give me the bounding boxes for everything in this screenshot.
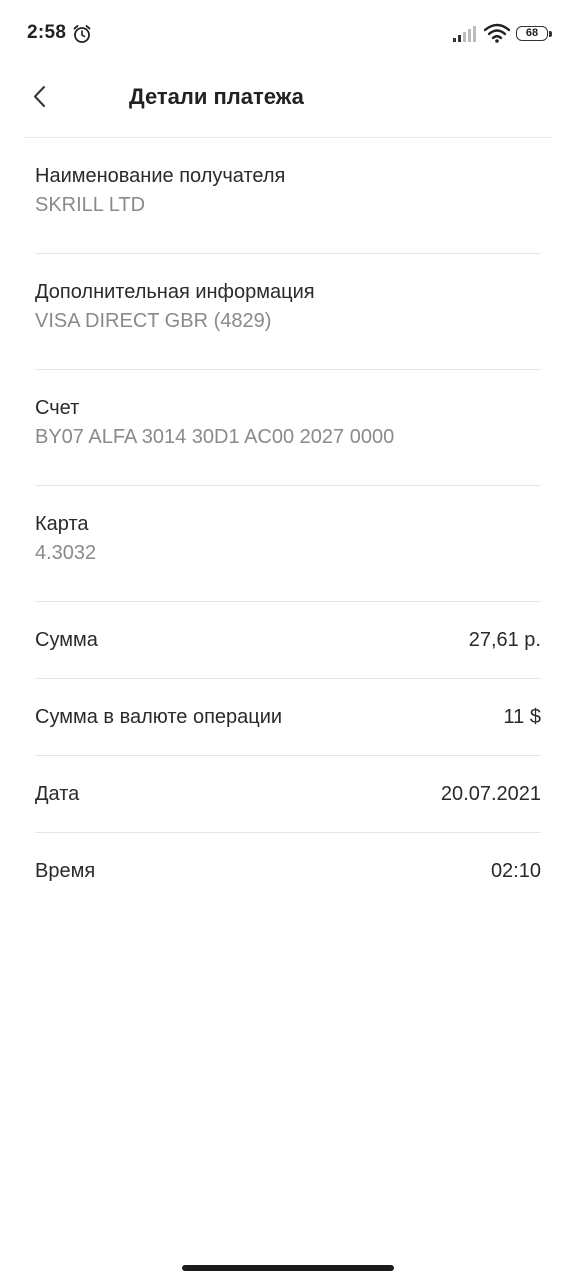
- detail-account: Счет BY07 ALFA 3014 30D1 AC00 2027 0000: [35, 370, 541, 486]
- home-indicator[interactable]: [182, 1265, 394, 1271]
- detail-label: Дополнительная информация: [35, 281, 315, 303]
- row-label: Дата: [35, 783, 80, 805]
- detail-value: VISA DIRECT GBR (4829): [35, 310, 272, 332]
- app-header: Детали платежа: [0, 68, 576, 138]
- detail-label: Карта: [35, 513, 89, 535]
- alarm-icon: [73, 25, 91, 43]
- status-bar: 2:58 68: [0, 0, 576, 68]
- row-value: 27,61 р.: [468, 629, 541, 651]
- status-time: 2:58: [27, 22, 67, 43]
- chevron-left-icon: [34, 86, 45, 107]
- detail-value: BY07 ALFA 3014 30D1 AC00 2027 0000: [35, 426, 395, 448]
- detail-recipient: Наименование получателя SKRILL LTD: [35, 138, 541, 254]
- detail-value: 4.3032: [35, 542, 97, 564]
- row-amount-currency: Сумма в валюте операции 11 $: [35, 679, 541, 756]
- row-label: Время: [35, 860, 96, 882]
- detail-additional-info: Дополнительная информация VISA DIRECT GB…: [35, 254, 541, 370]
- battery-icon: 68: [516, 26, 552, 42]
- signal-icon: [453, 26, 476, 42]
- back-button[interactable]: [26, 80, 56, 114]
- detail-value: SKRILL LTD: [35, 194, 146, 216]
- row-value: 02:10: [490, 860, 541, 882]
- row-amount: Сумма 27,61 р.: [35, 602, 541, 679]
- payment-details: Наименование получателя SKRILL LTD Допол…: [35, 138, 541, 910]
- row-label: Сумма: [35, 629, 98, 651]
- row-time: Время 02:10: [35, 833, 541, 910]
- wifi-icon: [484, 23, 510, 43]
- page-title: Детали платежа: [129, 84, 304, 109]
- detail-card: Карта 4.3032: [35, 486, 541, 602]
- battery-level: 68: [516, 26, 548, 41]
- detail-label: Наименование получателя: [35, 165, 286, 187]
- row-value: 11 $: [503, 706, 541, 728]
- row-value: 20.07.2021: [440, 783, 541, 805]
- detail-label: Счет: [35, 397, 80, 419]
- row-label: Сумма в валюте операции: [35, 706, 283, 728]
- row-date: Дата 20.07.2021: [35, 756, 541, 833]
- battery-tip: [549, 31, 552, 37]
